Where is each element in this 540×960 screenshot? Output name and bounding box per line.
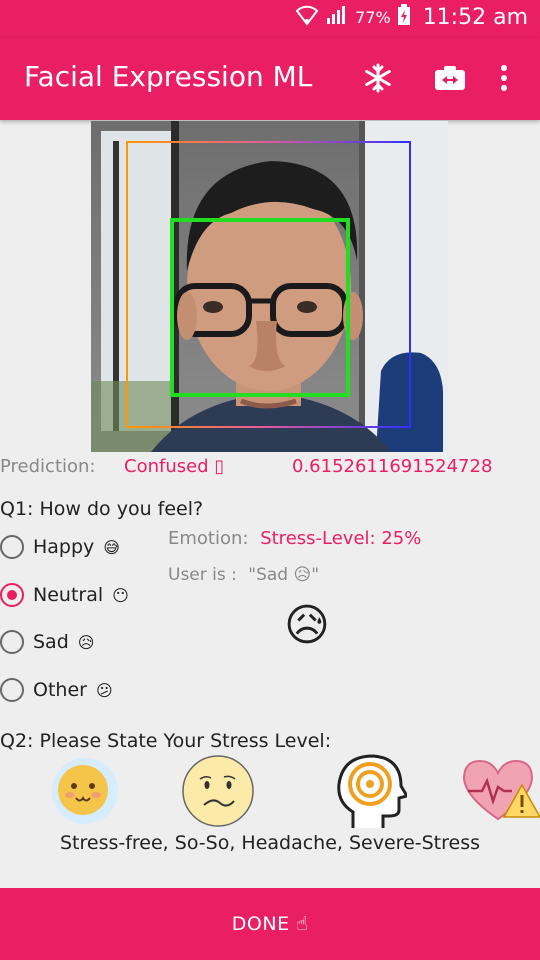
radio-happy[interactable]: Happy 😅	[0, 535, 120, 559]
radio-other[interactable]: Other 😕	[0, 678, 113, 702]
q1-question: Q1: How do you feel?	[0, 498, 204, 520]
sad-emoji-icon: 😥	[77, 632, 95, 652]
prediction-value: Confused ▯	[124, 456, 225, 477]
emotion-label: Emotion:	[168, 528, 249, 549]
prediction-score: 0.6152611691524728	[292, 456, 493, 477]
heart-warning-icon	[462, 759, 540, 821]
switch-camera-icon	[435, 66, 465, 90]
so-so-button[interactable]	[180, 753, 256, 829]
sad-face-icon: 😥	[284, 600, 330, 651]
user-state-label: User is :	[168, 565, 237, 585]
confused-face-icon	[182, 755, 254, 827]
happy-emoji-icon: 😅	[103, 537, 120, 557]
radio-sad[interactable]: Sad 😥	[0, 630, 94, 654]
radio-label: Sad	[33, 631, 69, 653]
battery-charging-icon	[397, 4, 411, 31]
snowflake-icon	[365, 63, 391, 93]
prediction-row: Prediction: Confused ▯ 0.615261169152472…	[0, 456, 540, 480]
battery-percent: 77%	[355, 8, 391, 27]
stress-level-caption: Stress-free, So-So, Headache, Severe-Str…	[59, 832, 481, 854]
radio-label: Other	[33, 679, 87, 701]
user-state-value: "Sad 😥"	[248, 565, 320, 585]
neutral-emoji-icon: 😶	[112, 585, 129, 605]
emotion-row: Emotion: Stress-Level: 25%	[168, 528, 421, 549]
radio-circle[interactable]	[0, 630, 24, 654]
app-title: Facial Expression ML	[24, 60, 313, 93]
severe-stress-button[interactable]	[460, 757, 540, 825]
radio-neutral[interactable]: Neutral 😶	[0, 583, 129, 607]
signal-icon	[325, 4, 349, 31]
smiley-icon	[52, 758, 118, 824]
radio-circle-selected[interactable]	[0, 583, 24, 607]
wifi-icon	[295, 4, 319, 31]
stress-free-button[interactable]	[50, 756, 120, 826]
done-button[interactable]: DONE ☝	[0, 888, 540, 960]
head-target-icon	[337, 754, 410, 828]
user-state-row: User is : "Sad 😥"	[168, 565, 319, 585]
stress-level: Stress-Level: 25%	[260, 528, 422, 549]
radio-circle[interactable]	[0, 535, 24, 559]
radio-circle[interactable]	[0, 678, 24, 702]
app-bar: Facial Expression ML	[0, 38, 540, 120]
status-bar: 77% 11:52 am	[0, 0, 540, 38]
clock: 11:52 am	[422, 5, 528, 30]
done-label: DONE ☝	[231, 913, 309, 935]
q2-question: Q2: Please State Your Stress Level:	[0, 730, 332, 752]
radio-label: Neutral	[33, 584, 104, 606]
other-emoji-icon: 😕	[95, 680, 113, 700]
headache-button[interactable]	[333, 752, 410, 830]
radio-label: Happy	[33, 536, 95, 558]
camera-preview[interactable]	[91, 121, 448, 452]
more-options-button[interactable]	[484, 58, 524, 98]
prediction-label: Prediction:	[0, 456, 96, 477]
snowflake-button[interactable]	[358, 58, 398, 98]
switch-camera-button[interactable]	[430, 58, 470, 98]
more-vert-icon	[501, 65, 507, 91]
